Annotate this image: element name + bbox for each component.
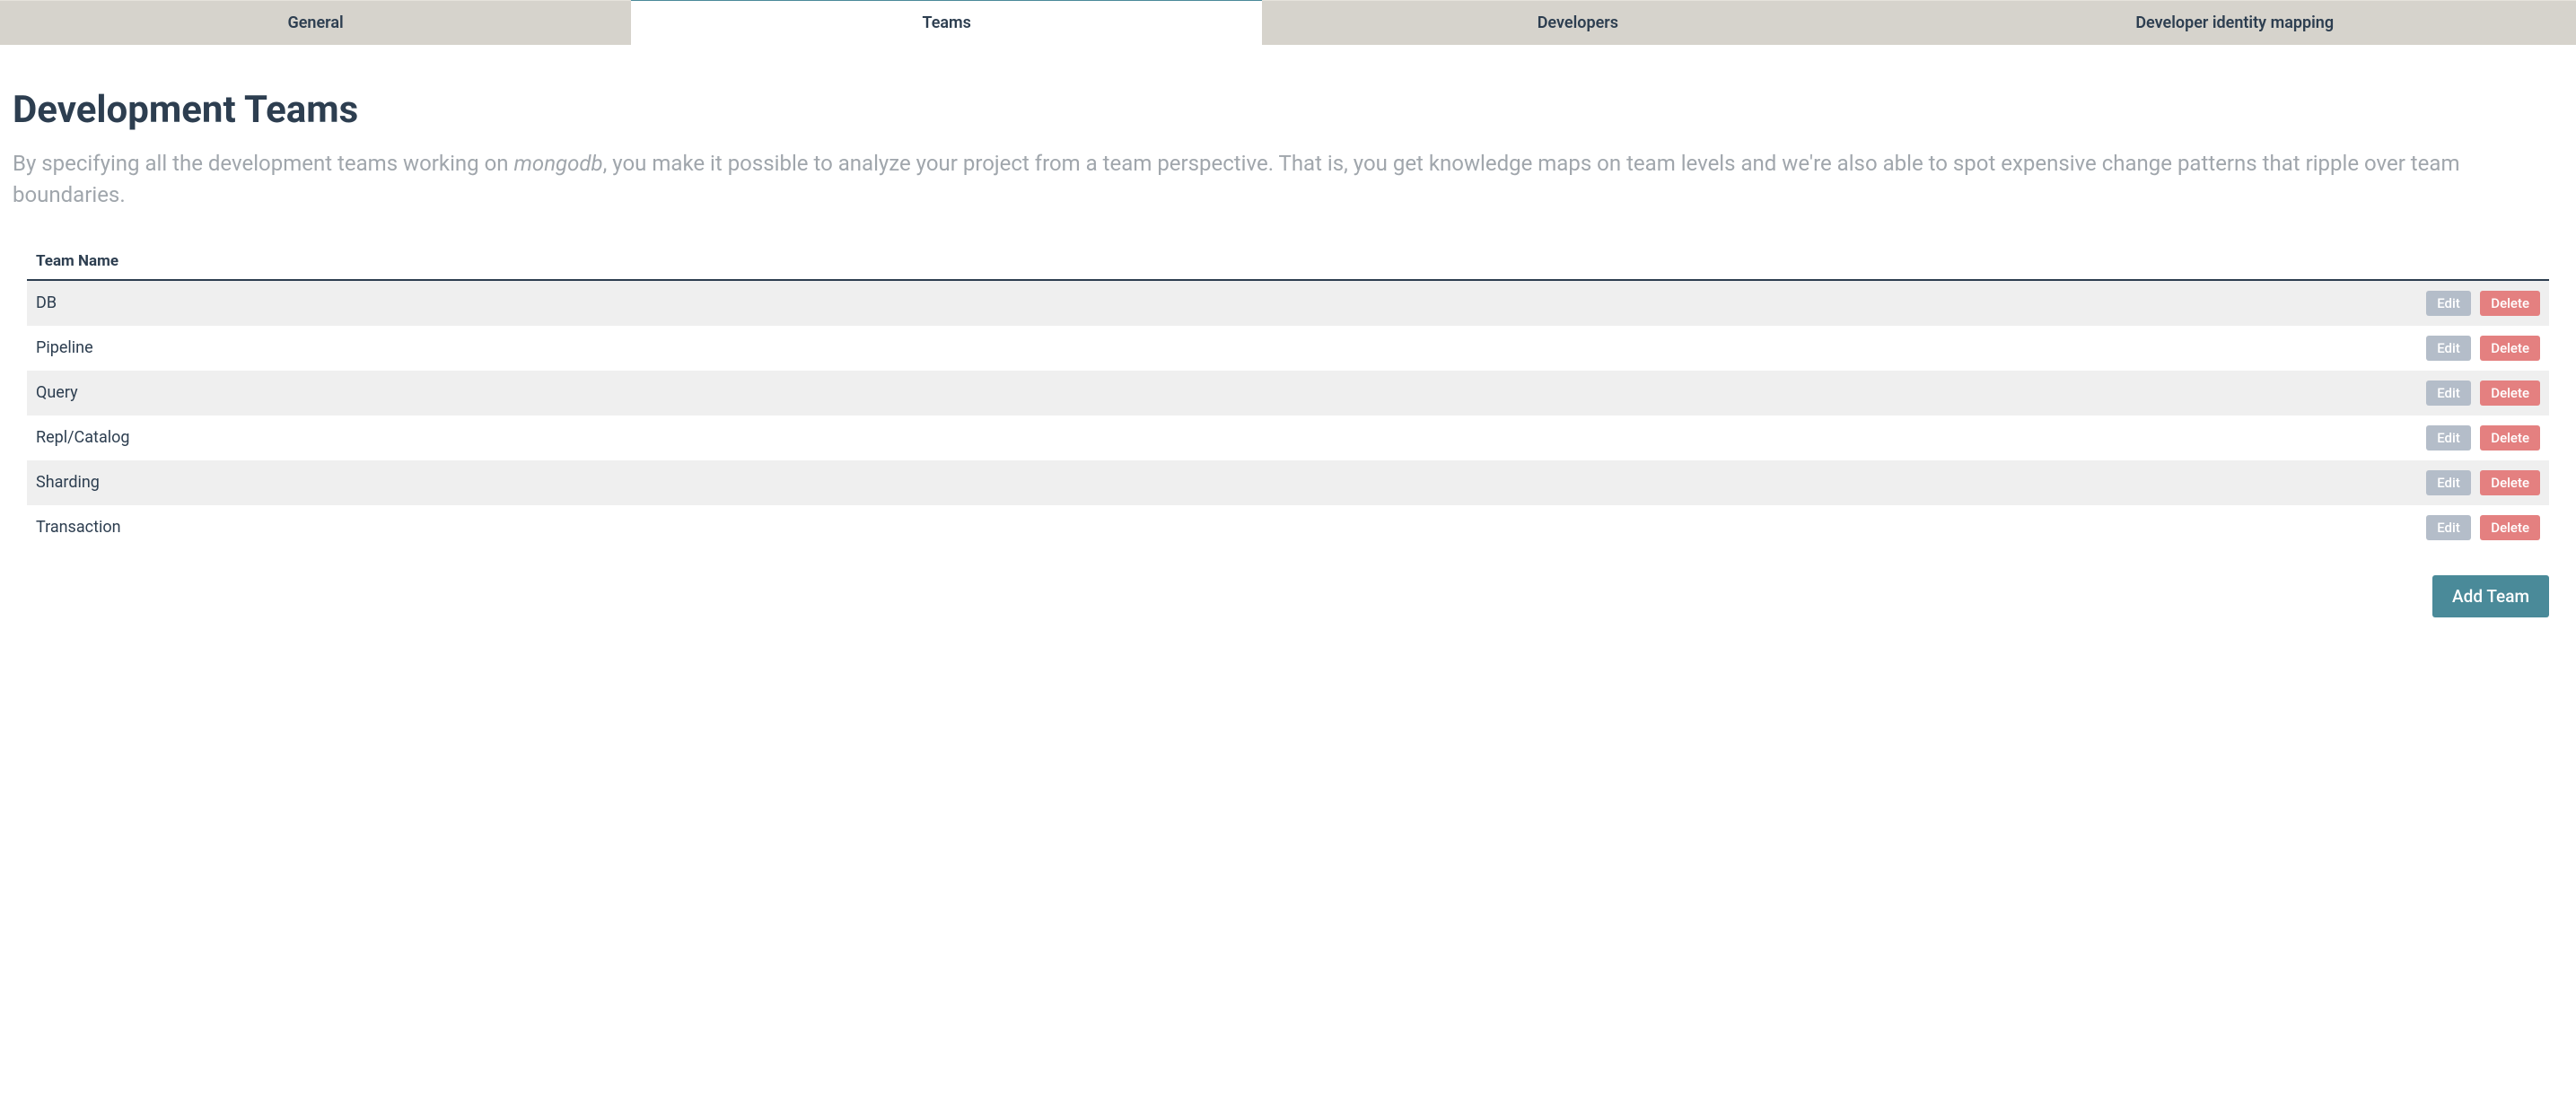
table-row: DB Edit Delete [27, 280, 2549, 326]
team-name-cell: Query [27, 371, 2412, 416]
content-area: Development Teams By specifying all the … [0, 45, 2576, 644]
teams-table-body: DB Edit Delete Pipeline Edit Delete Quer… [27, 280, 2549, 550]
column-header-actions [2412, 243, 2549, 280]
team-name-cell: Pipeline [27, 326, 2412, 371]
table-row: Pipeline Edit Delete [27, 326, 2549, 371]
edit-button[interactable]: Edit [2426, 515, 2471, 540]
page-title: Development Teams [13, 88, 2563, 132]
edit-button[interactable]: Edit [2426, 291, 2471, 316]
tab-developer-identity-mapping[interactable]: Developer identity mapping [1893, 1, 2576, 45]
team-name-cell: Repl/Catalog [27, 416, 2412, 460]
actions-cell: Edit Delete [2412, 326, 2549, 371]
table-row: Transaction Edit Delete [27, 505, 2549, 550]
tabs-bar: General Teams Developers Developer ident… [0, 0, 2576, 45]
edit-button[interactable]: Edit [2426, 470, 2471, 495]
tab-developers[interactable]: Developers [1262, 1, 1893, 45]
description-project-name: mongodb [514, 151, 603, 176]
table-header-row: Team Name [27, 243, 2549, 280]
table-row: Repl/Catalog Edit Delete [27, 416, 2549, 460]
table-row: Sharding Edit Delete [27, 460, 2549, 505]
team-name-cell: DB [27, 280, 2412, 326]
tab-teams[interactable]: Teams [631, 0, 1262, 45]
teams-table: Team Name DB Edit Delete Pipeline Edit [27, 243, 2549, 550]
actions-cell: Edit Delete [2412, 505, 2549, 550]
column-header-team-name: Team Name [27, 243, 2412, 280]
delete-button[interactable]: Delete [2480, 336, 2540, 361]
team-name-cell: Transaction [27, 505, 2412, 550]
actions-cell: Edit Delete [2412, 416, 2549, 460]
delete-button[interactable]: Delete [2480, 291, 2540, 316]
add-team-button[interactable]: Add Team [2432, 575, 2549, 617]
actions-cell: Edit Delete [2412, 460, 2549, 505]
page-description: By specifying all the development teams … [13, 148, 2563, 211]
description-prefix: By specifying all the development teams … [13, 151, 514, 176]
team-name-cell: Sharding [27, 460, 2412, 505]
edit-button[interactable]: Edit [2426, 381, 2471, 406]
table-row: Query Edit Delete [27, 371, 2549, 416]
teams-table-wrap: Team Name DB Edit Delete Pipeline Edit [13, 243, 2563, 550]
edit-button[interactable]: Edit [2426, 425, 2471, 451]
actions-cell: Edit Delete [2412, 371, 2549, 416]
tab-general[interactable]: General [0, 1, 631, 45]
footer-actions: Add Team [13, 550, 2563, 617]
delete-button[interactable]: Delete [2480, 470, 2540, 495]
delete-button[interactable]: Delete [2480, 381, 2540, 406]
delete-button[interactable]: Delete [2480, 515, 2540, 540]
delete-button[interactable]: Delete [2480, 425, 2540, 451]
actions-cell: Edit Delete [2412, 280, 2549, 326]
edit-button[interactable]: Edit [2426, 336, 2471, 361]
